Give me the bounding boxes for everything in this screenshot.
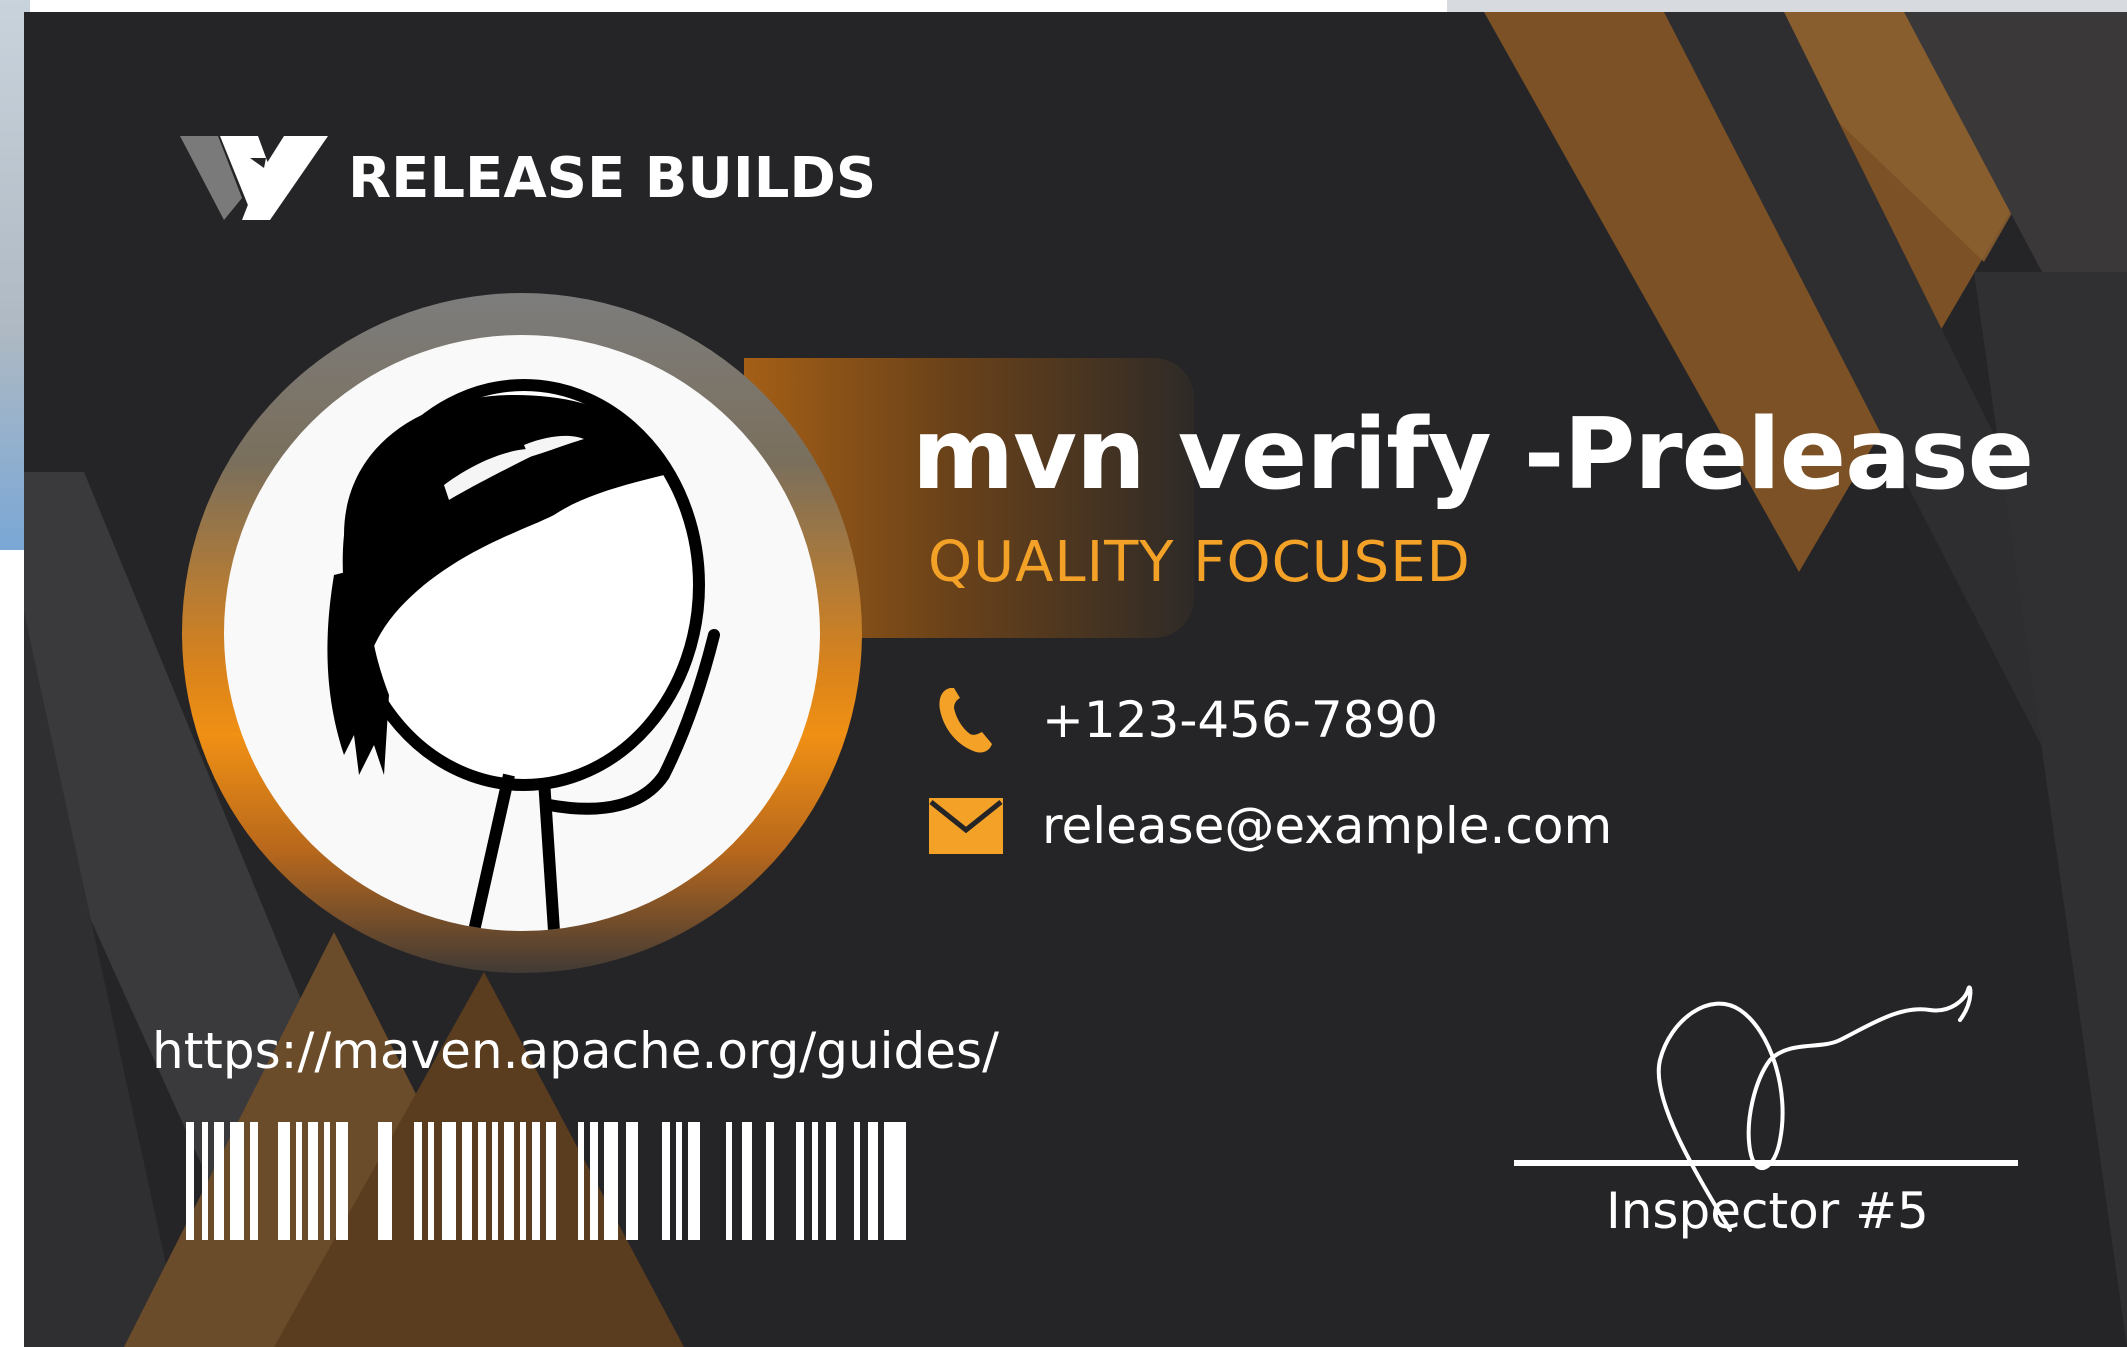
brand-logo: RELEASE BUILDS bbox=[180, 128, 876, 228]
phone-number: +123-456-7890 bbox=[1042, 691, 1439, 749]
card-subtitle: QUALITY FOCUSED bbox=[928, 530, 1471, 595]
website-url: https://maven.apache.org/guides/ bbox=[152, 1022, 999, 1080]
brand-name: RELEASE BUILDS bbox=[348, 145, 877, 211]
w-logo-icon bbox=[180, 136, 328, 220]
signature-line bbox=[1514, 1160, 2018, 1166]
signature-label: Inspector #5 bbox=[1606, 1182, 1929, 1240]
phone-row: +123-456-7890 bbox=[926, 680, 1438, 760]
screenshot-stage: RELEASE BUILDS mvn verify -Prelease QUAL… bbox=[0, 0, 2127, 1347]
background-window-edge-top bbox=[1447, 0, 2127, 12]
phone-icon bbox=[926, 680, 1006, 760]
stick-figure-avatar bbox=[327, 379, 720, 931]
barcode bbox=[186, 1122, 906, 1240]
envelope-icon bbox=[926, 786, 1006, 866]
email-row: release@example.com bbox=[926, 786, 1612, 866]
avatar bbox=[224, 335, 820, 931]
email-address: release@example.com bbox=[1042, 797, 1613, 855]
card-title: mvn verify -Prelease bbox=[912, 398, 2034, 512]
